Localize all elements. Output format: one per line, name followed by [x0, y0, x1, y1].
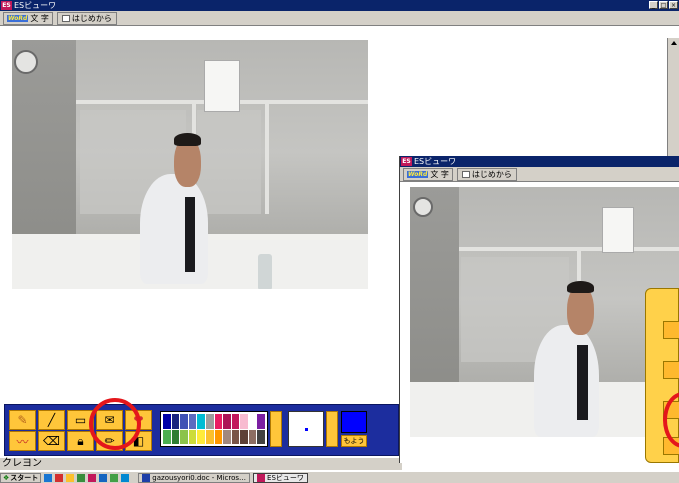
color-swatch[interactable]	[223, 429, 231, 444]
crayon-icon: ✎	[17, 413, 28, 427]
brush-icon: 〰	[16, 434, 29, 449]
rectangle-icon: ▭	[74, 413, 87, 427]
color-swatch[interactable]	[171, 414, 180, 429]
color-swatch[interactable]	[231, 429, 240, 444]
color-swatch[interactable]	[205, 414, 214, 429]
close-button[interactable]: ×	[669, 1, 678, 9]
quick-launch-icon-3[interactable]	[66, 473, 75, 482]
wall-notice	[204, 59, 241, 112]
second-window: ES ESビューワ WoRd 文 字 はじめから	[399, 156, 679, 463]
color-swatch[interactable]	[248, 429, 257, 444]
taskbar-word-doc[interactable]: gazousyori0.doc - Micros…	[138, 472, 251, 483]
eraser-icon: ⌫	[43, 434, 60, 448]
page-icon	[61, 14, 70, 22]
quick-launch-icon-2[interactable]	[55, 473, 64, 482]
color-swatch[interactable]	[163, 429, 171, 444]
quick-launch-icon-7[interactable]	[110, 473, 119, 482]
color-swatch[interactable]	[163, 414, 171, 429]
size-spinner[interactable]	[326, 411, 338, 447]
taskbar-es-viewer[interactable]: ESビューワ	[253, 472, 308, 483]
color-swatch[interactable]	[214, 414, 223, 429]
wall-clock-icon	[412, 197, 433, 217]
quick-launch-icon-8[interactable]	[121, 473, 130, 482]
color-swatch[interactable]	[257, 414, 265, 429]
photo-scene	[410, 187, 679, 437]
color-swatch[interactable]	[205, 429, 214, 444]
color-swatch[interactable]	[180, 429, 188, 444]
lock-icon: 🔒︎	[77, 433, 84, 448]
color-swatch[interactable]	[240, 414, 248, 429]
app-logo-icon: ES	[401, 157, 412, 166]
restart-button-label: はじめから	[71, 13, 112, 23]
side-tool-1[interactable]	[663, 321, 679, 339]
side-tool-2[interactable]	[663, 361, 679, 379]
highlight-circle-stamp-tool	[89, 398, 141, 450]
pattern-button[interactable]: もよう	[341, 435, 367, 447]
brush-size-preview	[288, 411, 324, 447]
color-swatch[interactable]	[197, 414, 205, 429]
maximize-button[interactable]: □	[659, 1, 668, 9]
wall-clock-icon	[13, 49, 38, 74]
windows-logo-icon: ❖	[3, 473, 10, 482]
color-swatch[interactable]	[214, 429, 223, 444]
color-swatch[interactable]	[231, 414, 240, 429]
word-tag: WoRd	[407, 170, 429, 178]
word-button-label: 文 字	[30, 13, 49, 23]
main-photo[interactable]	[12, 40, 368, 289]
main-titlebar[interactable]: ES ESビューワ _ □ ×	[0, 0, 679, 11]
quick-launch-icon-6[interactable]	[99, 473, 108, 482]
color-swatch[interactable]	[197, 429, 205, 444]
color-swatch[interactable]	[223, 414, 231, 429]
color-swatch[interactable]	[180, 414, 188, 429]
start-label: スタート	[10, 473, 39, 482]
word-button[interactable]: WoRd 文 字	[403, 167, 453, 181]
taskbar: ❖ スタート gazousyori0.doc - Micros… ESビューワ	[0, 471, 679, 483]
taskbar-es-viewer-label: ESビューワ	[267, 473, 304, 482]
page-icon	[461, 170, 470, 178]
color-swatch[interactable]	[188, 414, 197, 429]
drawing-toolbox: ✎ ╱ ▭ ✉ ❤ 〰 ⌫ 🔒︎ ✏ ◧ もよう	[4, 404, 399, 456]
word-button-label: 文 字	[430, 169, 449, 179]
word-tag: WoRd	[7, 14, 29, 22]
second-titlebar[interactable]: ES ESビューワ	[400, 156, 679, 167]
line-icon: ╱	[47, 413, 56, 427]
color-swatch[interactable]	[248, 414, 257, 429]
color-palette[interactable]	[160, 411, 268, 447]
minimize-button[interactable]: _	[649, 1, 658, 9]
quick-launch-icon-5[interactable]	[88, 473, 97, 482]
color-swatch[interactable]	[257, 429, 265, 444]
color-swatch[interactable]	[171, 429, 180, 444]
color-swatch[interactable]	[240, 429, 248, 444]
brush-tool[interactable]: 〰	[9, 431, 36, 451]
wall-notice	[601, 207, 634, 253]
crayon-tool[interactable]: ✎	[9, 410, 36, 430]
es-viewer-icon	[257, 473, 266, 482]
lock-tool[interactable]: 🔒︎	[67, 431, 94, 451]
restart-button-label: はじめから	[471, 169, 512, 179]
app-logo-icon: ES	[1, 1, 12, 10]
second-photo[interactable]	[410, 187, 679, 437]
word-button[interactable]: WoRd 文 字	[3, 11, 53, 25]
word-doc-icon	[142, 473, 151, 482]
second-menubar: WoRd 文 字 はじめから	[400, 167, 679, 182]
second-window-title: ESビューワ	[414, 157, 457, 166]
quick-launch-icon-1[interactable]	[44, 473, 53, 482]
restart-button[interactable]: はじめから	[456, 167, 517, 181]
quick-launch-icon-4[interactable]	[77, 473, 86, 482]
main-window-title: ESビューワ	[14, 1, 57, 10]
start-button[interactable]: ❖ スタート	[0, 472, 42, 483]
restart-button[interactable]: はじめから	[56, 11, 117, 25]
palette-scroll-spinner[interactable]	[270, 411, 282, 447]
scroll-up-icon[interactable]	[671, 41, 677, 45]
taskbar-word-doc-label: gazousyori0.doc - Micros…	[152, 473, 247, 482]
current-color-swatch	[341, 411, 367, 433]
main-menubar: WoRd 文 字 はじめから	[0, 11, 679, 26]
color-swatch[interactable]	[188, 429, 197, 444]
eraser-tool[interactable]: ⌫	[38, 431, 65, 451]
photo-scene	[12, 40, 368, 289]
line-tool[interactable]: ╱	[38, 410, 65, 430]
status-bar: クレヨン	[0, 458, 402, 470]
